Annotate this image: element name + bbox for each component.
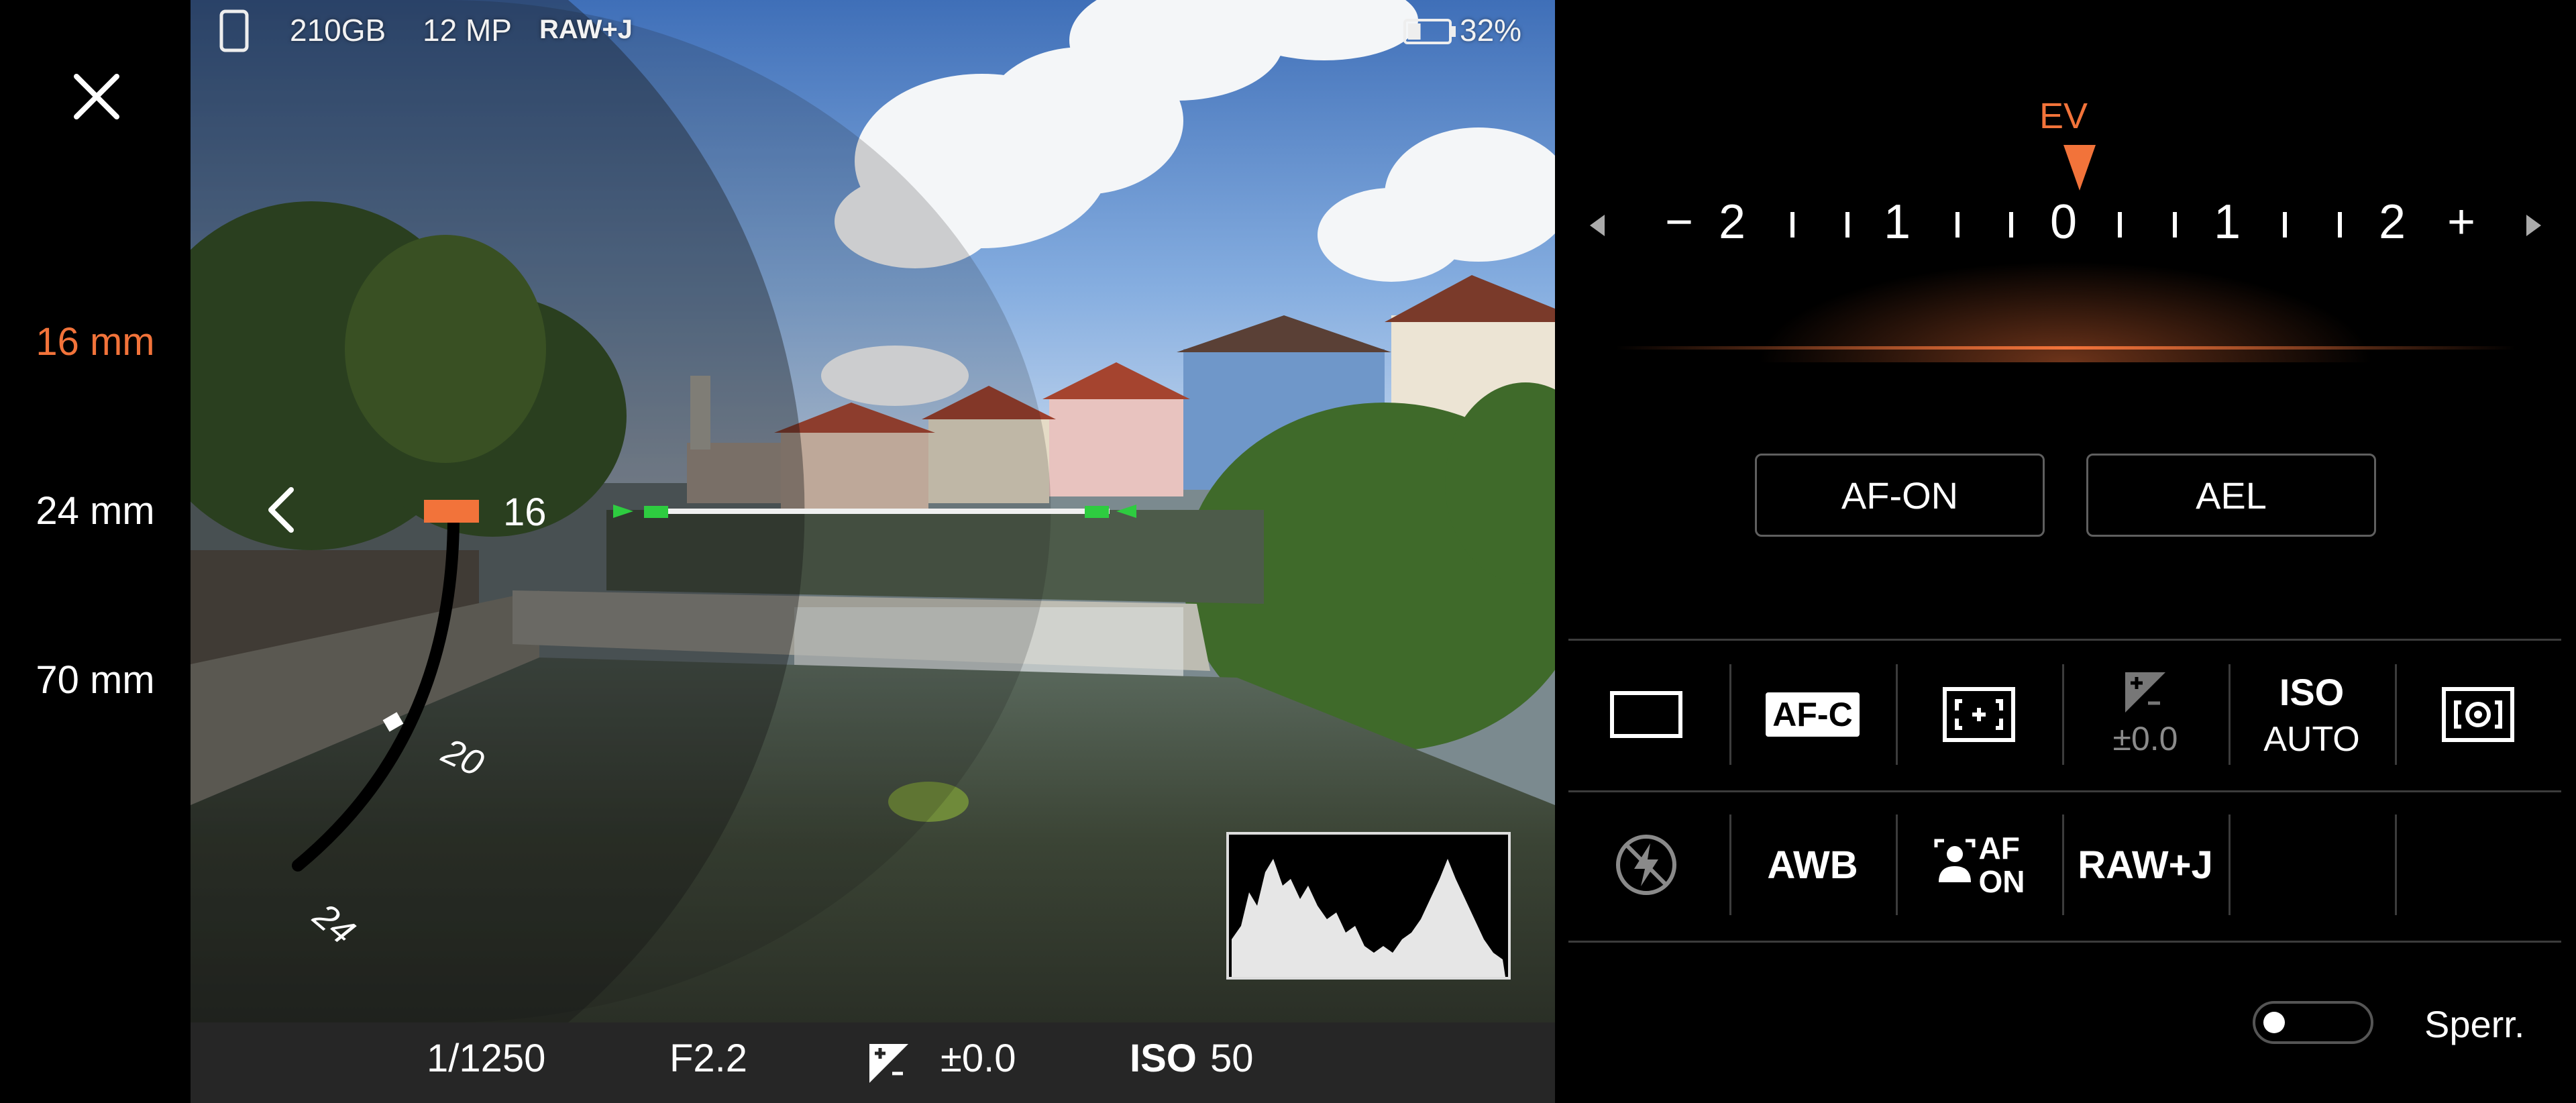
zoom-current-value: 16 (503, 490, 547, 534)
close-icon[interactable] (67, 67, 126, 126)
grid-top-line (1568, 639, 2561, 641)
battery-icon (1403, 19, 1456, 44)
metering-icon (2442, 687, 2514, 742)
white-balance-label: AWB (1767, 843, 1858, 887)
storage-remaining: 210GB (290, 13, 386, 48)
drive-mode-button[interactable] (1563, 651, 1729, 778)
lock-toggle[interactable] (2253, 1001, 2373, 1044)
ev-underline (1615, 346, 2516, 350)
ev-pointer-icon (2063, 145, 2096, 191)
face-detection-icon (1934, 839, 1975, 882)
focal-length-70mm[interactable]: 70 mm (0, 658, 191, 702)
focus-mode-button[interactable]: AF-C (1729, 651, 1896, 778)
exposure-compensation-button[interactable]: ±0.0 (2062, 651, 2229, 778)
empty-slot (2395, 801, 2561, 929)
battery-percentage: 32% (1460, 13, 1522, 48)
flash-button[interactable] (1563, 801, 1729, 929)
flash-off-icon (1616, 835, 1676, 895)
exposure-compensation-icon (2125, 672, 2165, 713)
histogram (1228, 833, 1509, 978)
file-format-label: RAW+J (2078, 843, 2213, 887)
white-balance-button[interactable]: AWB (1729, 801, 1896, 929)
status-bar: 210GB 12 MP RAW+J 32% (191, 0, 1555, 67)
file-format-badge: RAW+J (539, 15, 633, 44)
shutter-speed: 1/1250 (427, 1037, 546, 1080)
file-format-button[interactable]: RAW+J (2062, 801, 2229, 929)
lock-label: Sperr. (2424, 1003, 2525, 1045)
exposure-compensation-value: ±0.0 (2112, 720, 2178, 757)
focus-area-button[interactable] (1896, 651, 2062, 778)
grid-middle-line (1568, 790, 2561, 792)
metering-mode-button[interactable] (2395, 651, 2561, 778)
exposure-compensation-icon (869, 1044, 908, 1083)
iso-grid-value: AUTO (2263, 719, 2360, 759)
iso-label: ISO (1130, 1037, 1197, 1080)
exposure-value: ±0.0 (941, 1037, 1016, 1080)
af-on-label: AF-ON (1841, 474, 1959, 517)
viewfinder[interactable]: 210GB 12 MP RAW+J 32% 16 20 24 (191, 0, 1555, 1022)
iso-button[interactable]: ISO AUTO (2229, 651, 2395, 778)
focus-area-icon (1943, 687, 2015, 742)
control-panel: EV − 2 1 0 1 2 + AF-ON AEL AF-C ±0.0 ISO… (1555, 0, 2576, 1103)
iso-grid-label: ISO (2279, 670, 2345, 713)
ael-label: AEL (2196, 474, 2267, 517)
empty-slot (2229, 801, 2395, 929)
focal-length-24mm[interactable]: 24 mm (0, 488, 191, 533)
lock-toggle-knob (2263, 1012, 2285, 1033)
ev-scale-ticks[interactable] (1555, 201, 2576, 248)
ev-label: EV (2039, 96, 2088, 136)
zoom-dial[interactable] (244, 470, 419, 570)
face-eye-af-button[interactable]: AF ON (1896, 801, 2062, 929)
lens-selector-rail: 16 mm 24 mm 70 mm (0, 0, 191, 1103)
focal-length-16mm[interactable]: 16 mm (0, 319, 191, 364)
grid-bottom-line (1568, 941, 2561, 943)
resolution: 12 MP (423, 13, 512, 48)
drive-mode-single-icon (1610, 691, 1682, 738)
aperture: F2.2 (669, 1037, 748, 1080)
af-on-button[interactable]: AF-ON (1755, 454, 2045, 537)
face-af-line2: ON (1978, 864, 2025, 899)
level-indicator (606, 496, 1143, 526)
iso-value: 50 (1210, 1037, 1254, 1080)
exposure-info-bar: 1/1250 F2.2 ±0.0 ISO 50 (191, 1022, 1555, 1103)
ael-button[interactable]: AEL (2086, 454, 2376, 537)
face-af-line1: AF (1978, 831, 2020, 865)
phone-storage-icon (219, 9, 249, 52)
focus-mode-label: AF-C (1766, 692, 1860, 737)
